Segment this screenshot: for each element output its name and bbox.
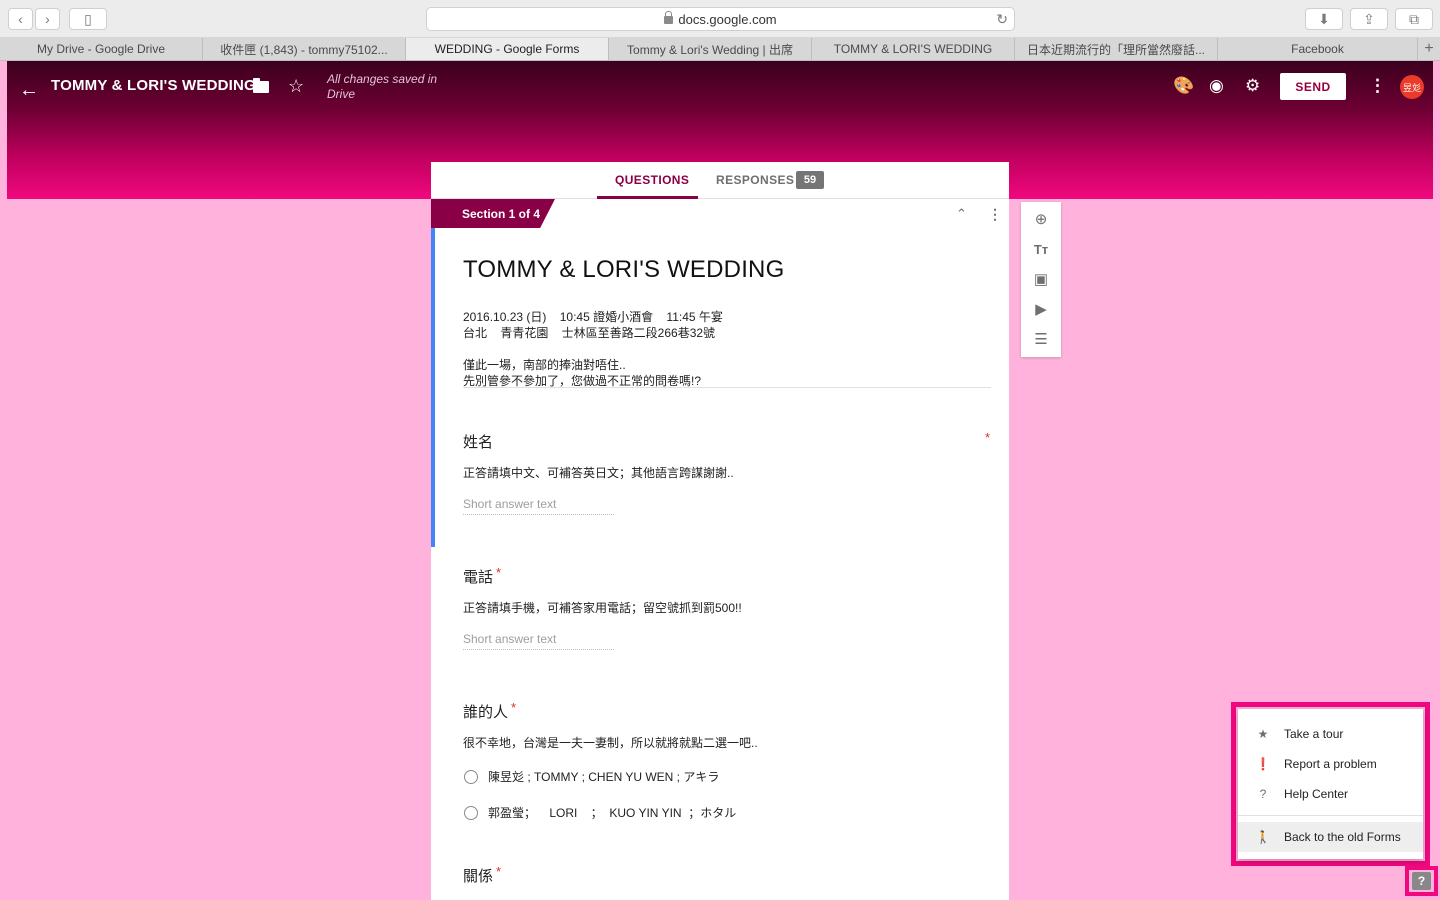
tab-responses[interactable]: RESPONSES — [716, 173, 794, 187]
save-status: All changes saved in Drive — [327, 72, 438, 101]
browser-tab-bar: My Drive - Google Drive 收件匣 (1,843) - to… — [0, 38, 1440, 61]
form-card: Section 1 of 4 ⌃ ⋮ TOMMY & LORI'S WEDDIN… — [431, 199, 1009, 900]
add-video-icon[interactable]: ▶ — [1033, 301, 1049, 318]
menu-item-report-problem[interactable]: ❗ Report a problem — [1238, 749, 1423, 779]
preview-eye-icon[interactable]: ◉ — [1209, 76, 1224, 96]
browser-tab[interactable]: Facebook — [1218, 38, 1418, 60]
help-circle-icon: ? — [1259, 787, 1267, 801]
form-description-line[interactable]: 台北 青青花園 士林區至善路二段266巷32號 — [463, 325, 715, 341]
add-section-icon[interactable]: ☰ — [1033, 331, 1049, 348]
chevron-right-icon: › — [45, 11, 50, 27]
download-icon: ⬇ — [1318, 10, 1330, 27]
divider — [1238, 815, 1423, 816]
menu-item-label: Help Center — [1284, 787, 1349, 801]
menu-item-label: Report a problem — [1284, 757, 1377, 771]
walk-back-icon: 🚶 — [1255, 830, 1271, 844]
add-title-icon[interactable]: Tт — [1033, 241, 1049, 257]
section-label: Section 1 of 4 — [431, 199, 555, 228]
forward-nav-button[interactable]: › — [35, 8, 60, 30]
short-answer-field: Short answer text — [463, 497, 614, 515]
browser-tab-active[interactable]: WEDDING - Google Forms — [406, 38, 609, 60]
feedback-icon: ❗ — [1255, 757, 1271, 771]
downloads-button[interactable]: ⬇ — [1305, 8, 1343, 30]
browser-tab[interactable]: 日本近期流行的「理所當然廢話... — [1015, 38, 1218, 60]
responses-count-badge: 59 — [796, 171, 824, 189]
radio-button[interactable] — [464, 805, 478, 820]
menu-item-label: Back to the old Forms — [1284, 830, 1401, 844]
settings-gear-icon[interactable]: ⚙ — [1245, 76, 1260, 96]
radio-button[interactable] — [464, 769, 478, 784]
address-bar[interactable]: docs.google.com ↻ — [426, 7, 1015, 31]
send-button[interactable]: SEND — [1280, 73, 1346, 100]
tab-overview-button[interactable]: ⧉ — [1395, 8, 1433, 30]
sidebar-icon: ▯ — [84, 10, 92, 27]
sidebar-toggle-button[interactable]: ▯ — [69, 8, 107, 30]
arrow-back-icon[interactable]: ← — [19, 79, 39, 102]
palette-icon[interactable]: 🎨 — [1173, 76, 1194, 96]
divider — [463, 387, 991, 388]
question-description[interactable]: 正答請填中文、可補答英日文；其他語言跨謀謝謝.. — [463, 464, 734, 481]
folder-icon[interactable] — [253, 78, 269, 93]
question-title[interactable]: 關係 * — [463, 864, 502, 886]
short-answer-field: Short answer text — [463, 632, 614, 650]
collapse-icon[interactable]: ⌃ — [956, 206, 967, 222]
reload-icon[interactable]: ↻ — [996, 11, 1008, 28]
question-description[interactable]: 很不幸地，台灣是一夫一妻制，所以就將就點二選一吧.. — [463, 734, 758, 751]
question-side-toolbar: ⊕ Tт ▣ ▶ ☰ — [1021, 202, 1061, 357]
add-image-icon[interactable]: ▣ — [1033, 271, 1049, 288]
required-marker: * — [985, 430, 991, 445]
form-tab-bar: QUESTIONS RESPONSES 59 — [431, 162, 1009, 199]
more-vert-icon[interactable]: ⋮ — [988, 206, 1002, 223]
star-icon: ★ — [1257, 727, 1269, 741]
radio-option-label: 郭盈瑩； LORI ； KUO YIN YIN ；ホタル — [488, 806, 737, 820]
browser-tab[interactable]: Tommy & Lori's Wedding | 出席 — [609, 38, 812, 60]
radio-option[interactable]: 郭盈瑩； LORI ； KUO YIN YIN ；ホタル — [464, 804, 736, 821]
help-menu: ★ Take a tour ❗ Report a problem ? Help … — [1238, 709, 1423, 859]
add-question-icon[interactable]: ⊕ — [1033, 211, 1049, 228]
header-title: TOMMY & LORI'S WEDDING — [51, 77, 256, 94]
help-button[interactable]: ? — [1412, 872, 1431, 890]
browser-tab[interactable]: TOMMY & LORI'S WEDDING — [812, 38, 1015, 60]
new-tab-button[interactable]: + — [1418, 38, 1440, 60]
required-marker: * — [496, 565, 502, 580]
question-title[interactable]: 電話 * — [463, 565, 502, 587]
question-title-text: 誰的人 — [463, 704, 509, 721]
url-text: docs.google.com — [678, 11, 777, 27]
menu-item-take-tour[interactable]: ★ Take a tour — [1238, 719, 1423, 749]
star-outline-icon[interactable]: ☆ — [288, 76, 304, 97]
form-description-line[interactable]: 2016.10.23 (日) 10:45 證婚小酒會 11:45 午宴 — [463, 309, 723, 325]
question-title-text: 關係 — [463, 868, 494, 885]
chevron-left-icon: ‹ — [18, 11, 23, 27]
question-description[interactable]: 正答請填手機，可補答家用電話；留空號抓到罰500!! — [463, 599, 742, 616]
more-vert-icon[interactable]: ⋮ — [1369, 76, 1386, 96]
menu-item-label: Take a tour — [1284, 727, 1344, 741]
browser-toolbar: ‹ › ▯ docs.google.com ↻ ⬇ ⇪ ⧉ — [0, 0, 1440, 38]
focus-indicator-bar — [431, 228, 435, 547]
browser-tab[interactable]: 收件匣 (1,843) - tommy75102... — [203, 38, 406, 60]
question-title[interactable]: 姓名 — [463, 431, 493, 452]
required-marker: * — [496, 864, 502, 879]
form-description-line[interactable]: 僅此一場，南部的捧油對唔住.. — [463, 357, 626, 373]
menu-item-old-forms[interactable]: 🚶 Back to the old Forms — [1238, 822, 1423, 852]
plus-icon: + — [1424, 40, 1434, 57]
tabs-icon: ⧉ — [1409, 10, 1419, 27]
radio-option-label: 陳昱彣 ; TOMMY ; CHEN YU WEN ; アキラ — [488, 770, 720, 784]
back-nav-button[interactable]: ‹ — [8, 8, 33, 30]
avatar[interactable]: 昱彣 — [1400, 75, 1424, 99]
required-marker: * — [511, 700, 517, 715]
lock-icon — [664, 11, 674, 24]
share-icon: ⇪ — [1363, 10, 1375, 27]
form-title[interactable]: TOMMY & LORI'S WEDDING — [463, 256, 784, 284]
menu-item-help-center[interactable]: ? Help Center — [1238, 779, 1423, 809]
question-title-text: 電話 — [463, 569, 494, 586]
browser-tab[interactable]: My Drive - Google Drive — [0, 38, 203, 60]
share-button[interactable]: ⇪ — [1350, 8, 1388, 30]
tab-questions[interactable]: QUESTIONS — [615, 173, 689, 187]
question-title[interactable]: 誰的人 * — [463, 700, 517, 722]
radio-option[interactable]: 陳昱彣 ; TOMMY ; CHEN YU WEN ; アキラ — [464, 768, 719, 785]
